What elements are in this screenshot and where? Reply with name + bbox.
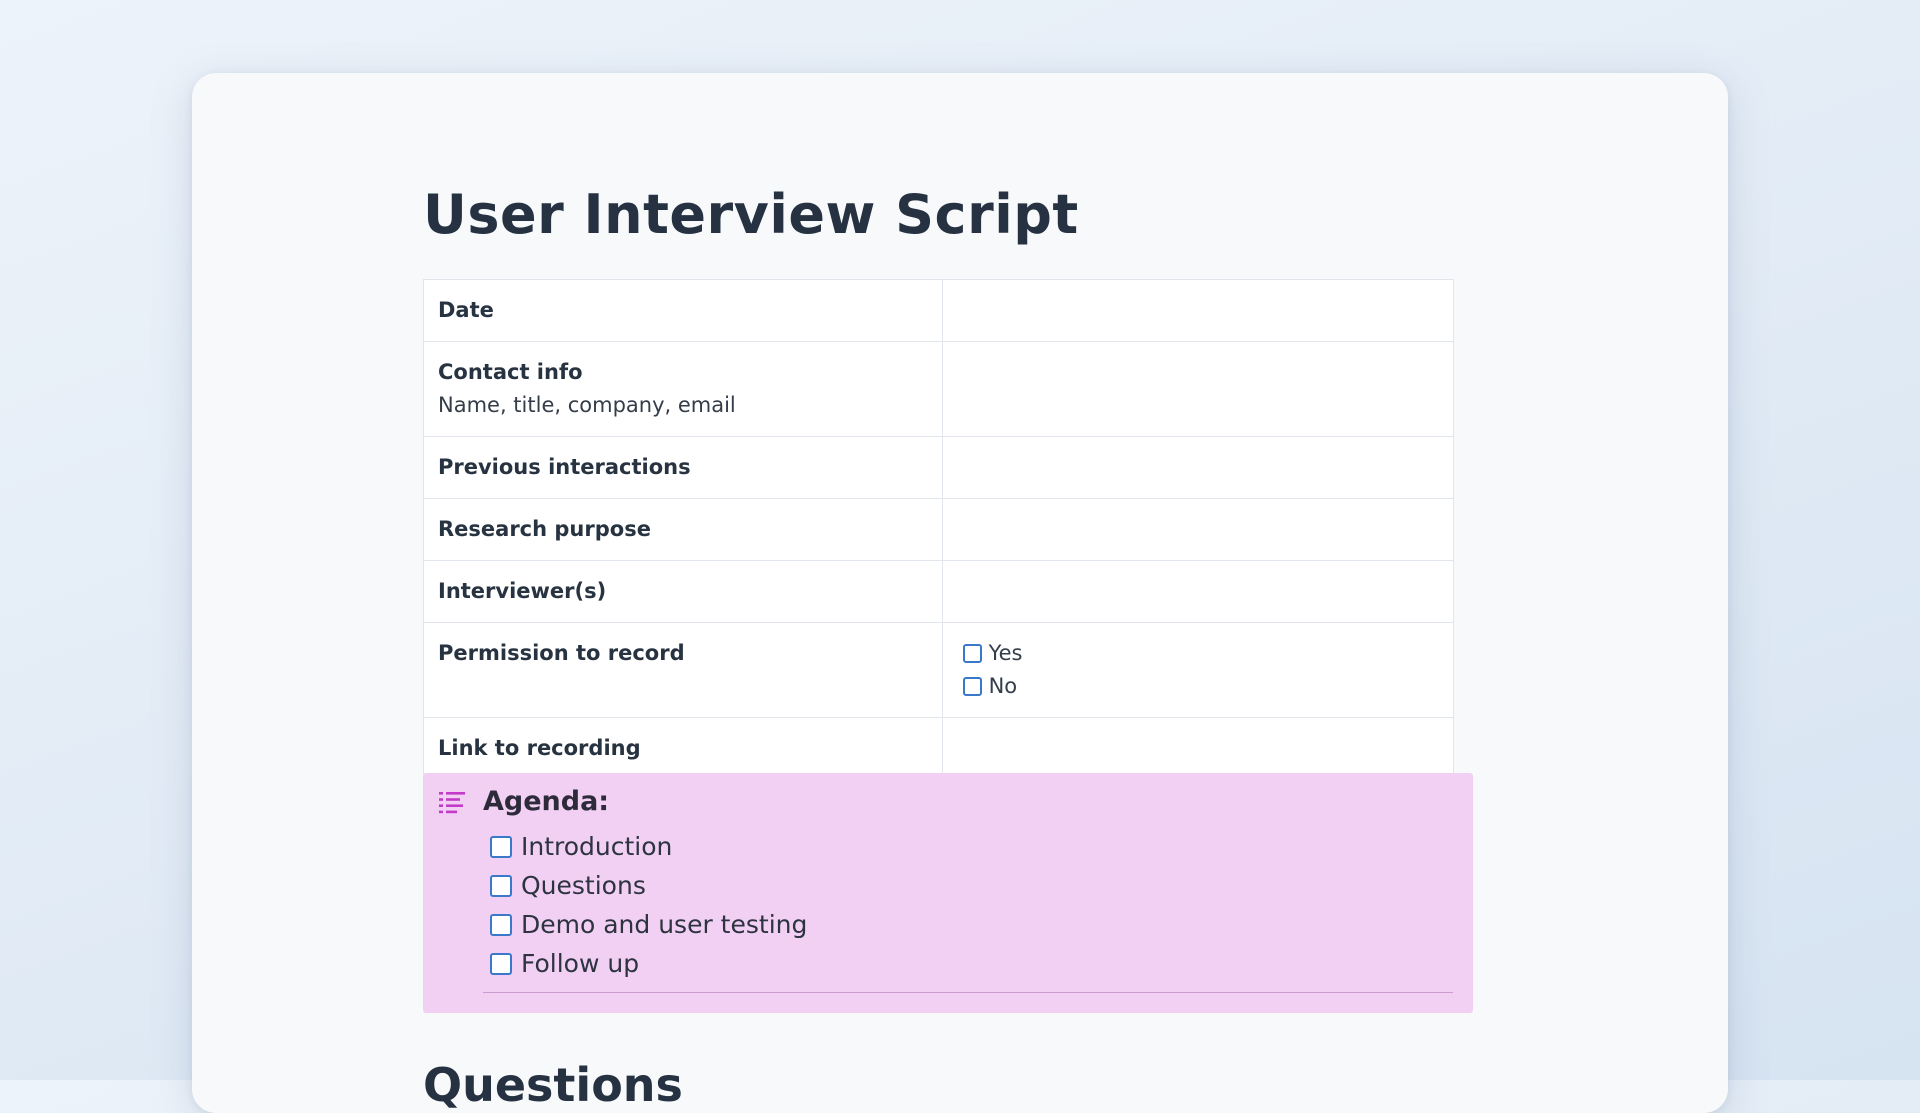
property-label-text: Contact info [438, 360, 583, 384]
agenda-checklist: Introduction Questions Demo and user tes… [490, 827, 807, 983]
table-row: Permission to record Yes No [423, 622, 1455, 718]
checkbox[interactable] [490, 952, 512, 975]
property-label-research-purpose: Research purpose [423, 498, 943, 561]
property-value-date[interactable] [941, 279, 1455, 342]
property-label-link-to-recording: Link to recording [423, 717, 943, 780]
property-label-previous-interactions: Previous interactions [423, 436, 943, 499]
table-row: Date [423, 279, 1455, 342]
table-row: Previous interactions [423, 436, 1455, 499]
property-value-interviewers[interactable] [941, 560, 1455, 623]
agenda-title: Agenda: [483, 786, 610, 817]
property-label-interviewers: Interviewer(s) [423, 560, 943, 623]
checkbox[interactable] [962, 677, 982, 696]
list-icon [439, 792, 465, 814]
agenda-item-label: Demo and user testing [521, 910, 808, 939]
checkbox[interactable] [490, 913, 512, 936]
property-value-research-purpose[interactable] [941, 498, 1455, 561]
property-value-contact-info[interactable] [941, 341, 1455, 437]
property-sublabel: Name, title, company, email [438, 393, 736, 417]
permission-option-label: Yes [988, 641, 1023, 665]
checkbox[interactable] [490, 874, 512, 897]
agenda-item[interactable]: Questions [490, 866, 807, 905]
property-label-date: Date [423, 279, 943, 342]
property-value-link-to-recording[interactable] [941, 717, 1455, 780]
table-row: Link to recording [423, 717, 1455, 780]
agenda-callout: Agenda: Introduction Questions Demo and … [423, 773, 1473, 1013]
agenda-item-label: Follow up [521, 949, 640, 978]
agenda-item-label: Introduction [521, 832, 673, 861]
permission-option-no[interactable]: No [962, 670, 1439, 703]
agenda-item-label: Questions [521, 871, 646, 900]
table-row: Contact info Name, title, company, email [423, 341, 1455, 437]
properties-table: Date Contact info Name, title, company, … [423, 279, 1455, 780]
checkbox[interactable] [962, 644, 982, 663]
property-value-permission-to-record: Yes No [941, 622, 1455, 718]
agenda-item[interactable]: Demo and user testing [490, 905, 807, 944]
divider [483, 992, 1453, 993]
checkbox[interactable] [490, 835, 512, 858]
section-heading-questions: Questions [423, 1058, 683, 1112]
table-row: Research purpose [423, 498, 1455, 561]
agenda-item[interactable]: Introduction [490, 827, 807, 866]
permission-option-label: No [988, 674, 1018, 698]
agenda-item[interactable]: Follow up [490, 944, 807, 983]
document-card: User Interview Script Date Contact info … [192, 73, 1728, 1113]
table-row: Interviewer(s) [423, 560, 1455, 623]
property-label-permission-to-record: Permission to record [423, 622, 943, 718]
page-title: User Interview Script [423, 183, 1079, 246]
property-label-contact-info: Contact info Name, title, company, email [423, 341, 943, 437]
property-value-previous-interactions[interactable] [941, 436, 1455, 499]
permission-option-yes[interactable]: Yes [962, 637, 1439, 670]
